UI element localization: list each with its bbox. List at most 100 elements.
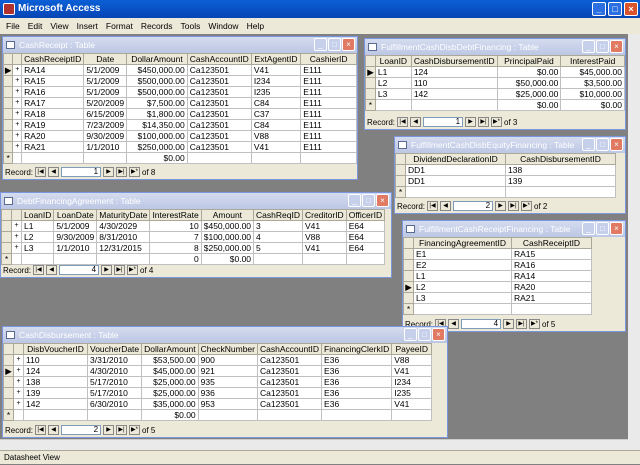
table-cell[interactable]: RA21 bbox=[21, 141, 85, 153]
datasheet-grid[interactable]: FinancingAgreementID CashReceiptID E1 RA15 E… bbox=[403, 237, 592, 315]
new-record-row[interactable]: * 0 $0.00 bbox=[1, 253, 386, 265]
table-cell[interactable] bbox=[197, 409, 258, 421]
column-header[interactable]: OfficerID bbox=[345, 209, 386, 221]
table-cell[interactable]: $50,000.00 bbox=[496, 77, 562, 89]
table-row[interactable]: L3 142 $25,000.00 $10,000.00 bbox=[365, 88, 625, 100]
column-header[interactable]: DollarAmount bbox=[141, 343, 199, 355]
table-cell[interactable]: 8 bbox=[149, 242, 202, 254]
table-cell[interactable]: Ca123501 bbox=[256, 387, 323, 399]
table-cell[interactable] bbox=[413, 303, 512, 315]
expand-icon[interactable]: + bbox=[12, 86, 23, 98]
window-minimize-button[interactable]: _ bbox=[348, 194, 361, 207]
table-cell[interactable]: $0.00 bbox=[200, 253, 255, 265]
row-selector[interactable]: ▶ bbox=[3, 365, 14, 377]
table-cell[interactable]: V41 bbox=[391, 398, 433, 410]
table-cell[interactable] bbox=[410, 99, 498, 111]
expand-icon[interactable]: + bbox=[11, 231, 22, 243]
row-selector[interactable] bbox=[3, 376, 14, 388]
table-cell[interactable]: V88 bbox=[391, 354, 433, 366]
record-number-input[interactable]: 1 bbox=[423, 117, 464, 127]
table-cell[interactable]: 3/31/2010 bbox=[86, 354, 143, 366]
table-cell[interactable]: 124 bbox=[23, 365, 88, 377]
table-cell[interactable]: V41 bbox=[250, 64, 302, 76]
window-close-button[interactable]: × bbox=[432, 328, 445, 341]
expand-icon[interactable]: + bbox=[12, 97, 23, 109]
table-cell[interactable]: RA15 bbox=[511, 248, 592, 260]
expand-icon[interactable]: + bbox=[13, 398, 24, 410]
table-cell[interactable]: $25,000.00 bbox=[496, 88, 562, 100]
column-header[interactable]: CashAccountID bbox=[186, 53, 252, 65]
close-button[interactable]: × bbox=[624, 2, 638, 16]
table-cell[interactable]: 0 bbox=[149, 253, 202, 265]
fulfillment-receipt-window[interactable]: FulfillmentCashReceiptFinancing : Table _… bbox=[402, 220, 626, 332]
table-cell[interactable] bbox=[301, 253, 347, 265]
window-minimize-button[interactable]: _ bbox=[582, 138, 595, 151]
table-cell[interactable]: 5/20/2009 bbox=[83, 97, 128, 109]
table-cell[interactable]: $450,000.00 bbox=[200, 220, 255, 232]
menu-insert[interactable]: Insert bbox=[77, 18, 98, 34]
table-cell[interactable]: E36 bbox=[321, 398, 393, 410]
table-row[interactable]: + RA21 1/1/2010 $250,000.00 Ca123501 V41 E111 bbox=[2, 141, 357, 153]
row-selector[interactable] bbox=[3, 387, 14, 399]
table-cell[interactable]: 138 bbox=[505, 164, 616, 176]
table-cell[interactable]: 110 bbox=[410, 77, 498, 89]
new-record-row[interactable]: * bbox=[395, 186, 616, 198]
datasheet-grid[interactable]: LoanID CashDisbursementID PrincipalPaid Int… bbox=[365, 55, 625, 111]
table-cell[interactable] bbox=[253, 253, 303, 265]
table-cell[interactable]: 5/17/2010 bbox=[86, 376, 143, 388]
record-number-input[interactable]: 2 bbox=[453, 201, 494, 211]
table-cell[interactable] bbox=[83, 152, 128, 164]
table-cell[interactable]: $500,000.00 bbox=[126, 75, 188, 87]
datasheet-grid[interactable]: DisbVoucherID VoucherDate DollarAmount Chec… bbox=[3, 343, 433, 421]
table-cell[interactable]: Ca123501 bbox=[256, 365, 323, 377]
table-cell[interactable]: 900 bbox=[197, 354, 258, 366]
table-row[interactable]: +138 5/17/2010 $25,000.00 935 Ca123501 E36 I23… bbox=[3, 376, 433, 388]
expand-icon[interactable]: + bbox=[12, 119, 23, 131]
expand-icon[interactable]: + bbox=[13, 387, 24, 399]
expand-icon[interactable]: + bbox=[12, 108, 23, 120]
table-cell[interactable]: V41 bbox=[301, 242, 347, 254]
column-header[interactable]: CheckNumber bbox=[197, 343, 258, 355]
table-cell[interactable]: Ca123501 bbox=[186, 130, 252, 142]
expand-icon[interactable]: + bbox=[11, 220, 22, 232]
table-cell[interactable] bbox=[505, 186, 616, 198]
table-cell[interactable]: 10 bbox=[149, 220, 202, 232]
table-row[interactable]: + RA15 5/1/2009 $500,000.00 Ca123501 I234 E111 bbox=[2, 75, 357, 87]
last-record-button[interactable]: ▶| bbox=[116, 167, 128, 177]
window-close-button[interactable]: × bbox=[610, 222, 623, 235]
workspace-horizontal-scrollbar[interactable] bbox=[0, 439, 628, 450]
expand-icon[interactable]: + bbox=[12, 130, 23, 142]
table-cell[interactable]: RA16 bbox=[511, 259, 592, 271]
menu-view[interactable]: View bbox=[50, 18, 68, 34]
table-cell[interactable]: $100,000.00 bbox=[200, 231, 255, 243]
table-cell[interactable] bbox=[186, 152, 252, 164]
table-cell[interactable]: L2 bbox=[374, 77, 412, 89]
table-cell[interactable]: E111 bbox=[300, 108, 357, 120]
row-selector[interactable] bbox=[365, 77, 376, 89]
column-header[interactable]: DividendDeclarationID bbox=[405, 153, 506, 165]
row-selector[interactable] bbox=[395, 175, 406, 187]
row-selector[interactable] bbox=[3, 354, 14, 366]
expand-icon[interactable]: + bbox=[12, 75, 23, 87]
row-selector[interactable] bbox=[2, 86, 14, 98]
column-header[interactable]: PayeeID bbox=[391, 343, 433, 355]
new-record-row[interactable]: * $0.00 bbox=[3, 409, 433, 421]
table-cell[interactable]: RA20 bbox=[511, 281, 592, 293]
new-record-button[interactable]: ▶* bbox=[129, 167, 141, 177]
table-cell[interactable]: $250,000.00 bbox=[126, 141, 188, 153]
new-record-button[interactable]: ▶* bbox=[491, 117, 503, 127]
table-cell[interactable] bbox=[345, 253, 386, 265]
table-cell[interactable]: 4/30/2029 bbox=[96, 220, 151, 232]
table-cell[interactable]: Ca123501 bbox=[256, 398, 323, 410]
next-record-button[interactable]: ▶ bbox=[101, 265, 113, 275]
table-row[interactable]: + L1 5/1/2009 4/30/2029 10 $450,000.00 3 V41 E64 bbox=[1, 220, 386, 232]
table-cell[interactable]: C84 bbox=[250, 119, 302, 131]
new-record-row[interactable]: * $0.00 $0.00 bbox=[365, 99, 625, 111]
row-selector[interactable] bbox=[365, 88, 376, 100]
column-header[interactable]: DollarAmount bbox=[126, 53, 188, 65]
window-maximize-button[interactable]: □ bbox=[596, 222, 609, 235]
last-record-button[interactable]: ▶| bbox=[508, 201, 520, 211]
table-cell[interactable]: L3 bbox=[20, 242, 55, 254]
datasheet-grid[interactable]: DividendDeclarationID CashDisbursementID D… bbox=[395, 153, 616, 198]
row-selector[interactable] bbox=[403, 292, 414, 304]
